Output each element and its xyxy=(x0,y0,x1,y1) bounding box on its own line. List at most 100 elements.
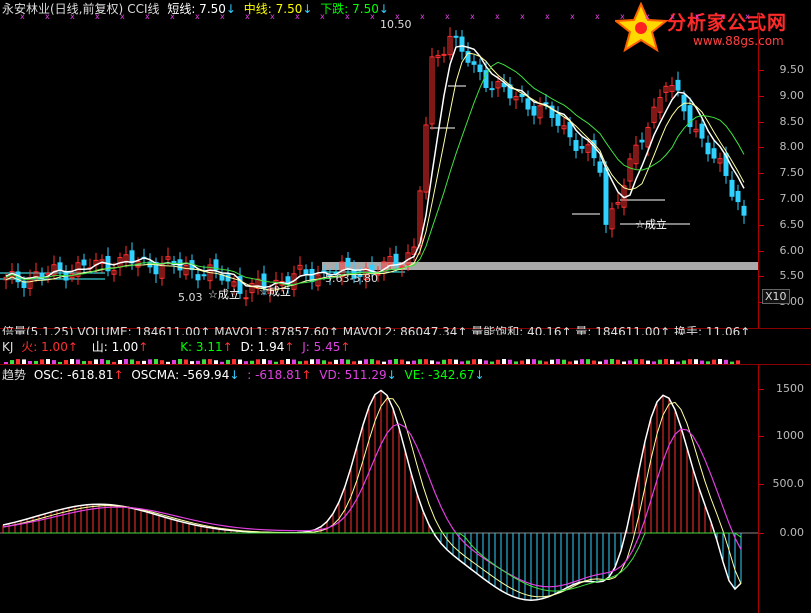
ma-line-white xyxy=(5,45,745,289)
candle-body xyxy=(225,274,231,282)
marker-x: x xyxy=(520,14,525,21)
candle-body xyxy=(345,257,351,267)
candle-body xyxy=(579,146,585,149)
osc-panel[interactable] xyxy=(0,380,758,613)
marker-x: x xyxy=(720,14,725,21)
candle-body xyxy=(453,35,459,38)
candlestick-chart: xxxxxxxxxxxxxxxxxxxxxxxxxxxxxx xyxy=(0,14,758,307)
candle-body xyxy=(243,297,249,300)
marker-x: x xyxy=(545,14,550,21)
candle-body xyxy=(201,274,207,277)
price-tick-label: 7.00 xyxy=(779,192,805,205)
marker-x: x xyxy=(245,14,250,21)
marker-x: x xyxy=(120,14,125,21)
candle-body xyxy=(393,253,399,266)
marker-x: x xyxy=(45,14,50,21)
support-band xyxy=(322,262,758,270)
candle-body xyxy=(39,272,45,277)
marker-x: x xyxy=(195,14,200,21)
price-tick-mark xyxy=(759,276,764,278)
price-tick-label: 9.00 xyxy=(779,88,805,102)
marker-x: x xyxy=(220,14,225,21)
candle-body xyxy=(597,161,603,173)
marker-x: x xyxy=(445,14,450,21)
volume-info-row: 倍量(5,1.25) VOLUME: 184611.00↑ MAVOL1: 87… xyxy=(2,326,750,335)
marker-x: x xyxy=(595,14,600,21)
osc-tick-mark xyxy=(759,484,764,485)
price-tick-mark xyxy=(759,199,764,200)
ve-line xyxy=(3,532,742,592)
marker-x: x xyxy=(320,14,325,21)
price-panel[interactable]: xxxxxxxxxxxxxxxxxxxxxxxxxxxxxx xyxy=(0,14,758,328)
signal-label-2: ☆成立 xyxy=(259,285,291,298)
marker-x: x xyxy=(345,14,350,21)
price-axis: 9.50 9.00 8.50 8.00 7.50 7.00 6.50 6.00 5.50 5.00 xyxy=(758,14,811,328)
ma-line-yellow xyxy=(5,52,745,291)
signal-label-3: ☆成立 xyxy=(635,218,667,231)
price-tick-label: 7.50 xyxy=(779,166,805,180)
price-tick-label: 6.50 xyxy=(779,217,805,231)
marker-x: x xyxy=(745,14,750,21)
marker-x: x xyxy=(20,14,25,21)
price-tick-label: 9.50 xyxy=(779,63,805,76)
candle-body xyxy=(459,36,465,52)
candle-body xyxy=(729,179,735,197)
marker-x: x xyxy=(420,14,425,21)
osc-tick-label: 500.0 xyxy=(772,477,805,490)
price-tick-label: 8.00 xyxy=(779,140,805,154)
marker-x: x xyxy=(495,14,500,21)
marker-x: x xyxy=(70,14,75,21)
marker-x: x xyxy=(295,14,300,21)
candle-body xyxy=(519,93,525,98)
osc-tick-mark xyxy=(759,389,764,390)
marker-x: x xyxy=(270,14,275,21)
osc-tick-label: 0.00 xyxy=(779,526,805,539)
stock-chart-window: 永安林业(日线,前复权) CCI线 短线: 7.50↓ 中线: 7.50↓ 下跌:… xyxy=(0,0,811,613)
candle-body xyxy=(525,98,531,110)
candle-body xyxy=(441,53,447,56)
osc-axis: 1500 1000 500.0 0.00 xyxy=(758,364,811,613)
candle-body xyxy=(711,148,717,159)
marker-x: x xyxy=(170,14,175,21)
price-tick-label: 8.50 xyxy=(779,114,805,128)
osc-tick-label: 1500 xyxy=(776,382,804,395)
candle-body xyxy=(489,88,495,91)
candle-body xyxy=(543,102,549,105)
price-tick-mark xyxy=(759,121,764,123)
candle-body xyxy=(195,274,201,281)
zoom-x10-button[interactable]: X10 xyxy=(762,289,790,304)
candle-body xyxy=(741,205,747,216)
osc-tick-mark xyxy=(759,533,764,534)
marker-x: x xyxy=(670,14,675,21)
candle-body xyxy=(705,142,711,155)
candle-body xyxy=(57,262,63,271)
osc-line xyxy=(2,389,742,601)
band-label: 5.63-5.80 xyxy=(325,272,378,285)
candle-body xyxy=(471,61,477,65)
price-tick-mark xyxy=(759,224,764,226)
candle-body xyxy=(603,167,609,225)
candle-body xyxy=(735,190,741,203)
marker-x: x xyxy=(470,14,475,21)
candle-body xyxy=(675,79,681,91)
osc-tick-mark xyxy=(759,436,764,437)
marker-x: x xyxy=(620,14,625,21)
candle-body xyxy=(477,64,483,73)
price-tick-mark xyxy=(759,173,764,175)
marker-x: x xyxy=(695,14,700,21)
osc-chart xyxy=(0,389,758,601)
volume-info-text: 倍量(5,1.25) VOLUME: 184611.00↑ MAVOL1: 87… xyxy=(2,326,751,335)
high-label: 10.50 xyxy=(380,18,412,31)
candle-body xyxy=(573,140,579,151)
marker-x: x xyxy=(145,14,150,21)
candle-body xyxy=(699,123,705,139)
candle-body xyxy=(555,113,561,126)
ma-line-green xyxy=(5,61,745,286)
price-tick-label: 6.00 xyxy=(779,243,805,257)
marker-x: x xyxy=(570,14,575,21)
price-tick-mark xyxy=(759,70,764,71)
osc-tick-label: 1000 xyxy=(776,429,804,442)
marker-x: x xyxy=(645,14,650,21)
panel-divider-2 xyxy=(0,364,811,365)
oscma-line xyxy=(2,397,742,598)
